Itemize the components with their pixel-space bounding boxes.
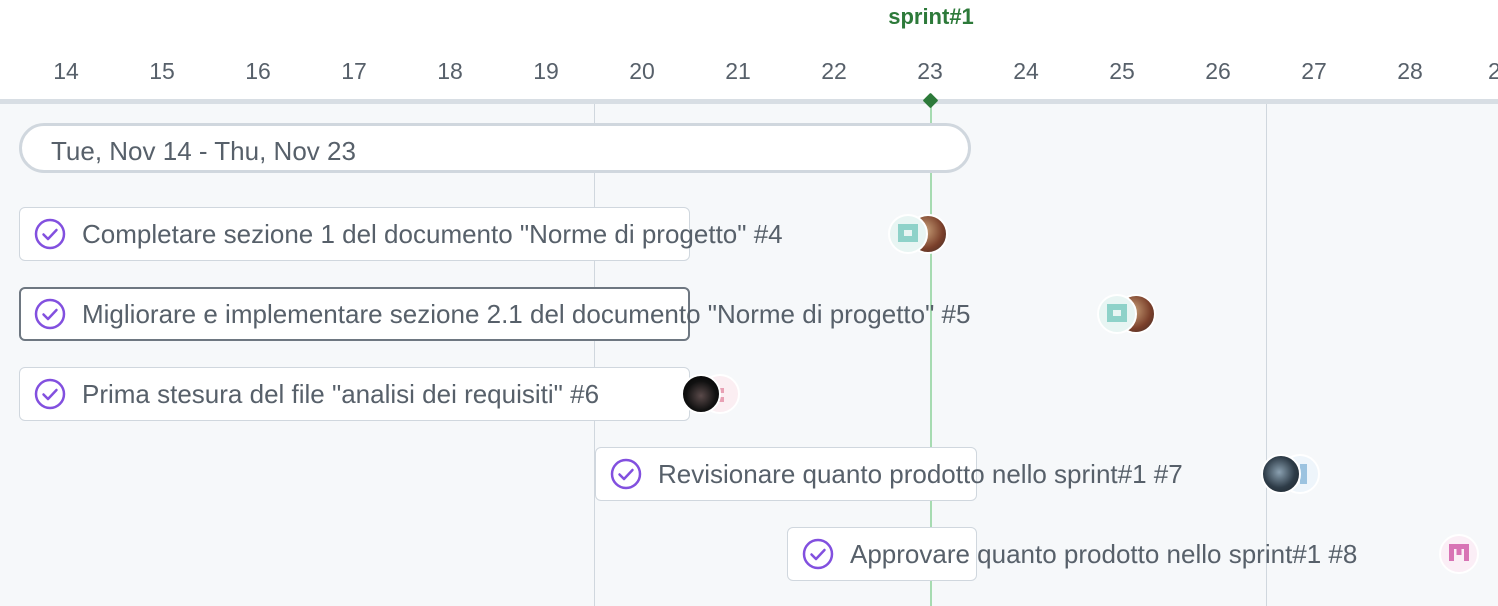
task-title[interactable]: Prima stesura del file "analisi dei requ… [82,367,599,421]
day-label: 27 [1301,58,1327,84]
check-circle-icon [34,298,66,330]
task-title[interactable]: Completare sezione 1 del documento "Norm… [82,207,783,261]
day-label: 15 [149,58,175,84]
avatar[interactable] [1439,534,1479,574]
day-label: 20 [629,58,655,84]
date-range-label: Tue, Nov 14 - Thu, Nov 23 [51,136,356,166]
sprint-label[interactable]: sprint#1 [888,4,974,30]
date-range-pill[interactable]: Tue, Nov 14 - Thu, Nov 23 [19,123,971,173]
day-label: 26 [1205,58,1231,84]
day-label: 25 [1109,58,1135,84]
day-label: 16 [245,58,271,84]
check-circle-icon [802,538,834,570]
check-circle-icon [34,378,66,410]
day-label: 28 [1397,58,1423,84]
day-label: 14 [53,58,79,84]
task-title[interactable]: Migliorare e implementare sezione 2.1 de… [82,287,970,341]
dark-photo-avatar[interactable] [1261,454,1301,494]
avatar[interactable] [1097,294,1137,334]
day-label: 19 [533,58,559,84]
task-title[interactable]: Revisionare quanto prodotto nello sprint… [658,447,1183,501]
day-label: 24 [1013,58,1039,84]
avatar[interactable] [888,214,928,254]
day-label: 17 [341,58,367,84]
timeline-header: sprint#1 14 15 16 17 18 19 20 21 22 23 2… [0,0,1498,100]
check-circle-icon [34,218,66,250]
day-label-partial: 2 [1488,58,1498,84]
day-label: 18 [437,58,463,84]
check-circle-icon [610,458,642,490]
timeline-divider [0,99,1498,104]
day-label: 23 [917,58,943,84]
week-gridline [594,104,595,606]
task-title[interactable]: Approvare quanto prodotto nello sprint#1… [850,527,1357,581]
day-label: 21 [725,58,751,84]
day-label: 22 [821,58,847,84]
dark-photo-avatar[interactable] [681,374,721,414]
